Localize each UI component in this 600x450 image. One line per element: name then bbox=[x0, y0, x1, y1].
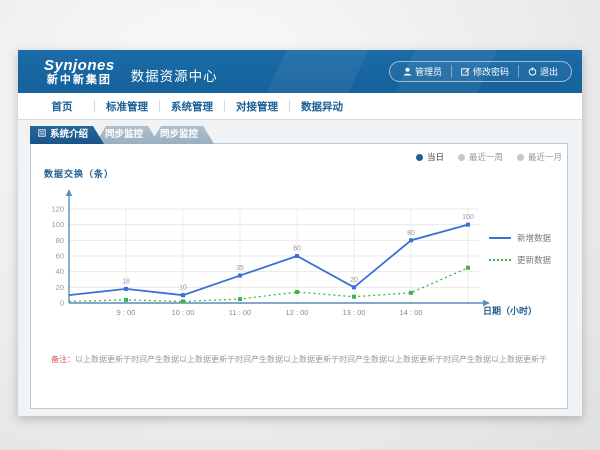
solid-line-icon bbox=[489, 237, 511, 239]
dotted-line-icon bbox=[489, 259, 511, 261]
app-header: Synjones 新中新集团 数据资源中心 管理员 修改密码 退出 bbox=[18, 50, 582, 93]
svg-text:13 : 00: 13 : 00 bbox=[343, 308, 366, 317]
brand-logo: Synjones 新中新集团 bbox=[44, 58, 115, 86]
svg-text:80: 80 bbox=[407, 230, 415, 237]
tab-system-intro[interactable]: 系统介绍 bbox=[30, 126, 104, 144]
svg-text:10 : 00: 10 : 00 bbox=[172, 308, 195, 317]
logout-label: 退出 bbox=[540, 65, 558, 78]
svg-text:80: 80 bbox=[56, 236, 64, 245]
svg-text:20: 20 bbox=[350, 277, 358, 284]
page-title: 数据资源中心 bbox=[131, 65, 218, 85]
legend-item-update-data[interactable]: 更新数据 bbox=[489, 254, 551, 266]
svg-text:12 : 00: 12 : 00 bbox=[286, 308, 309, 317]
nav-item-data-change[interactable]: 数据异动 bbox=[290, 99, 354, 114]
x-axis-title: 日期（小时） bbox=[483, 304, 537, 317]
svg-text:40: 40 bbox=[56, 267, 64, 276]
logout-button[interactable]: 退出 bbox=[518, 65, 567, 78]
change-password-label: 修改密码 bbox=[473, 65, 509, 78]
svg-text:0: 0 bbox=[60, 299, 64, 308]
legend-item-new-data[interactable]: 新增数据 bbox=[489, 232, 551, 244]
app-window: Synjones 新中新集团 数据资源中心 管理员 修改密码 退出 bbox=[18, 50, 582, 416]
tab-label: 系统介绍 bbox=[50, 126, 88, 144]
nav-item-standard-mgmt[interactable]: 标准管理 bbox=[95, 99, 159, 114]
svg-text:9 : 00: 9 : 00 bbox=[117, 308, 136, 317]
chart-panel: 当日 最近一周 最近一月 数据交换（条） 0204060801001209 : … bbox=[30, 143, 568, 409]
svg-text:60: 60 bbox=[293, 246, 301, 253]
legend-label: 新增数据 bbox=[517, 232, 551, 244]
svg-text:14 : 00: 14 : 00 bbox=[400, 308, 423, 317]
svg-text:60: 60 bbox=[56, 252, 64, 261]
svg-text:120: 120 bbox=[51, 205, 64, 214]
svg-text:100: 100 bbox=[51, 220, 64, 229]
svg-text:10: 10 bbox=[179, 285, 187, 292]
chart-legend: 新增数据 更新数据 bbox=[489, 232, 551, 276]
nav-item-system-mgmt[interactable]: 系统管理 bbox=[160, 99, 224, 114]
document-icon bbox=[38, 126, 46, 144]
content-area: 系统介绍 同步监控 同步监控 当日 最近一周 bbox=[18, 120, 582, 415]
tab-label: 同步监控 bbox=[160, 126, 198, 144]
svg-text:35: 35 bbox=[236, 265, 244, 272]
svg-text:20: 20 bbox=[56, 283, 64, 292]
footnote: 备注：以上数据更新于时间产生数据以上数据更新于时间产生数据以上数据更新于时间产生… bbox=[31, 354, 567, 365]
nav-item-interface-mgmt[interactable]: 对接管理 bbox=[225, 99, 289, 114]
brand-logo-cn: 新中新集团 bbox=[44, 75, 115, 86]
svg-text:18: 18 bbox=[122, 278, 130, 285]
tab-label: 同步监控 bbox=[105, 126, 143, 144]
current-user-button[interactable]: 管理员 bbox=[394, 65, 451, 78]
user-icon bbox=[403, 67, 412, 76]
user-toolbar: 管理员 修改密码 退出 bbox=[389, 61, 572, 82]
footnote-prefix: 备注： bbox=[51, 355, 75, 364]
main-nav: 首页 标准管理 系统管理 对接管理 数据异动 bbox=[18, 93, 582, 120]
user-label: 管理员 bbox=[415, 65, 442, 78]
brand-logo-en: Synjones bbox=[44, 58, 115, 73]
tab-sync-monitor-1[interactable]: 同步监控 bbox=[95, 126, 159, 144]
change-password-button[interactable]: 修改密码 bbox=[451, 65, 518, 78]
logout-icon bbox=[528, 67, 537, 76]
tab-bar: 系统介绍 同步监控 同步监控 bbox=[30, 126, 214, 144]
nav-item-home[interactable]: 首页 bbox=[30, 99, 94, 114]
footnote-text: 以上数据更新于时间产生数据以上数据更新于时间产生数据以上数据更新于时间产生数据以… bbox=[75, 355, 547, 364]
tab-sync-monitor-2[interactable]: 同步监控 bbox=[150, 126, 214, 144]
edit-icon bbox=[461, 67, 470, 76]
svg-text:100: 100 bbox=[462, 214, 474, 221]
svg-text:11 : 00: 11 : 00 bbox=[229, 308, 251, 317]
legend-label: 更新数据 bbox=[517, 254, 551, 266]
